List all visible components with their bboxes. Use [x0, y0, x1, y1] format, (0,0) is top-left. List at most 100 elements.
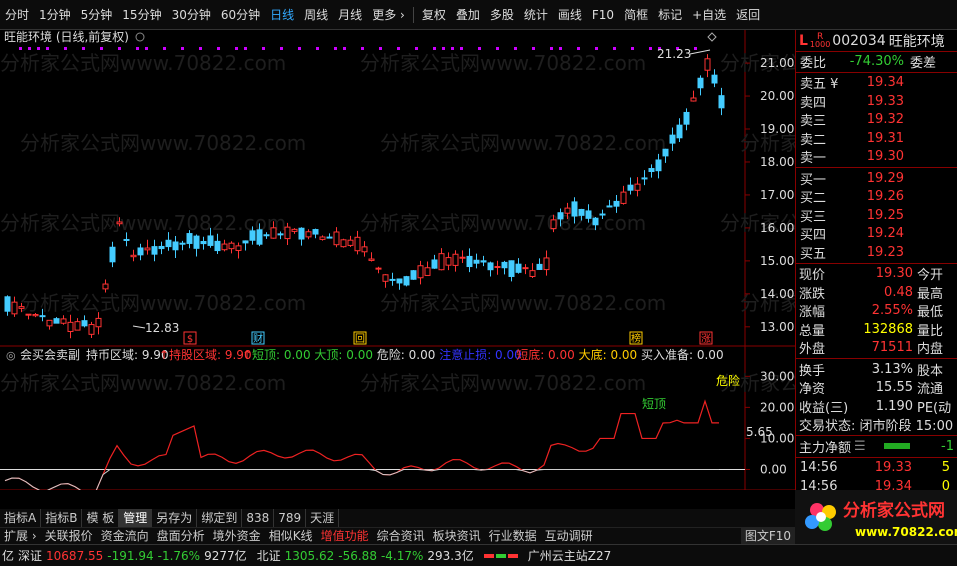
- price-tick-label: 17.00: [760, 188, 794, 202]
- toolbar-right-btn-1[interactable]: 叠加: [451, 0, 485, 30]
- sell-level-4[interactable]: 卖一 19.30: [796, 148, 957, 166]
- candle-body: [102, 283, 109, 290]
- toolbar-btn-7[interactable]: 周线: [299, 0, 333, 30]
- candle-body: [60, 318, 67, 324]
- candle-body: [494, 266, 501, 269]
- kline-chart[interactable]: 分析家公式网www.70822.com 分析家公式网www.70822.com 分析…: [0, 30, 795, 490]
- candle-body: [277, 233, 284, 236]
- indicator-tab-0[interactable]: 指标A: [0, 509, 42, 527]
- candle-body: [151, 246, 158, 255]
- toolbar-right-btn-8[interactable]: +自选: [687, 0, 731, 30]
- buy-level-0[interactable]: 买一 19.29: [796, 169, 957, 188]
- signal-dot: [559, 47, 562, 50]
- toolbar-btn-9[interactable]: 更多 ›: [367, 0, 410, 30]
- buy-level-4[interactable]: 买五 19.23: [796, 243, 957, 262]
- func-btn-7[interactable]: 综合资讯: [373, 528, 429, 545]
- func-btn-1[interactable]: 关联报价: [41, 528, 97, 545]
- candle-body: [459, 256, 466, 259]
- candle-body: [550, 219, 557, 230]
- func-btn-8[interactable]: 板块资讯: [429, 528, 485, 545]
- func-btn-3[interactable]: 盘面分析: [153, 528, 209, 545]
- toolbar-btn-2[interactable]: 5分钟: [76, 0, 118, 30]
- watermark-text: 分析家公式网www.70822.com: [380, 131, 666, 155]
- toolbar-right-btn-9[interactable]: 返回: [731, 0, 765, 30]
- toolbar-right-btn-0[interactable]: 复权: [417, 0, 451, 30]
- quote-row-3: 总量 132868 量比: [796, 320, 957, 339]
- candle-body: [655, 159, 662, 172]
- signal-dot: [136, 47, 139, 50]
- weibi-row: 委比 -74.30% 委差: [800, 53, 937, 71]
- stock-name: 旺能环境: [888, 33, 945, 50]
- signal-dot: [577, 47, 580, 50]
- signal-dot: [145, 47, 148, 50]
- func-btn-4[interactable]: 境外资金: [209, 528, 265, 545]
- indicator-tab-1[interactable]: 指标B: [41, 509, 83, 527]
- level-r-sub: 1000: [809, 39, 831, 49]
- diamond-icon[interactable]: [707, 32, 717, 42]
- buy-level-3[interactable]: 买四 19.24: [796, 225, 957, 243]
- event-marker: 财: [253, 332, 263, 345]
- toolbar-right-btn-7[interactable]: 标记: [653, 0, 687, 30]
- buy-level-1[interactable]: 买二 19.26: [796, 188, 957, 206]
- signal-dot: [316, 47, 319, 50]
- sell-level-0[interactable]: 卖五 ¥ 19.34: [796, 74, 957, 92]
- toolbar-btn-5[interactable]: 60分钟: [216, 0, 265, 30]
- indicator-tab-7[interactable]: 789: [274, 509, 307, 527]
- indicator-tab-2[interactable]: 模 板: [82, 509, 120, 527]
- level-l-mark: L: [799, 32, 808, 49]
- toolbar-right-btn-5[interactable]: F10: [587, 0, 619, 30]
- func-btn-9[interactable]: 行业数据: [485, 528, 541, 545]
- toolbar-right-btn-4[interactable]: 画线: [553, 0, 587, 30]
- watermark-text: 分析家公式网www.70822.com: [360, 51, 646, 75]
- candle-body: [690, 97, 697, 102]
- signal-dot: [37, 47, 40, 50]
- candle-body: [123, 238, 130, 241]
- quote-value: 132868: [863, 321, 913, 337]
- signal-dot: [442, 47, 445, 50]
- sell-level-1[interactable]: 卖四 19.33: [796, 92, 957, 111]
- toolbar-btn-8[interactable]: 月线: [333, 0, 367, 30]
- toolbar-btn-6[interactable]: 日线: [265, 0, 299, 30]
- toolbar-right-btn-2[interactable]: 多股: [485, 0, 519, 30]
- indicator-tab-6[interactable]: 838: [242, 509, 275, 527]
- func-btn-2[interactable]: 资金流向: [97, 528, 153, 545]
- signal-dot: [433, 47, 436, 50]
- quote-key2: 最高: [917, 286, 944, 302]
- signal-dot: [100, 47, 103, 50]
- toolbar-right-btn-3[interactable]: 统计: [519, 0, 553, 30]
- quote-row-4: 外盘 71511 内盘: [796, 339, 957, 357]
- sell-level-2[interactable]: 卖三 19.32: [796, 111, 957, 129]
- signal-dot: [595, 47, 598, 50]
- candle-body: [305, 231, 312, 238]
- server-status[interactable]: 广州云主站Z27: [526, 547, 614, 564]
- toolbar-right-btn-6[interactable]: 简框: [619, 0, 653, 30]
- candle-body: [312, 229, 319, 235]
- toolbar-btn-3[interactable]: 15分钟: [117, 0, 166, 30]
- main-flow-row[interactable]: 主力净额 ☰ -1: [796, 437, 957, 456]
- indicator-tab-3[interactable]: 管理: [119, 509, 153, 527]
- buy-level-2[interactable]: 买三 19.25: [796, 206, 957, 225]
- signal-dot: [496, 47, 499, 50]
- signal-dot: [460, 47, 463, 50]
- func-btn-0[interactable]: 扩展 ›: [0, 528, 41, 545]
- func-btn-5[interactable]: 相似K线: [265, 528, 317, 545]
- sell-price: 19.31: [866, 130, 904, 146]
- signal-dot: [163, 47, 166, 50]
- indicator-tab-5[interactable]: 绑定到: [197, 509, 243, 527]
- sell-level-3[interactable]: 卖二 19.31: [796, 129, 957, 148]
- candle-body: [389, 278, 396, 281]
- func-btn-11[interactable]: 图文F10: [740, 527, 795, 545]
- candle-body: [165, 239, 172, 248]
- price-tick-label: 14.00: [760, 287, 794, 301]
- toolbar-btn-0[interactable]: 分时: [0, 0, 34, 30]
- signal-dot: [451, 47, 454, 50]
- candle-body: [445, 257, 452, 266]
- func-btn-10[interactable]: 互动调研: [541, 528, 597, 545]
- indicator-tab-4[interactable]: 另存为: [152, 509, 198, 527]
- toolbar-btn-1[interactable]: 1分钟: [34, 0, 76, 30]
- func-btn-6[interactable]: 增值功能: [317, 528, 373, 545]
- indicator-tab-8[interactable]: 天涯: [306, 509, 340, 527]
- toolbar-btn-4[interactable]: 30分钟: [167, 0, 216, 30]
- function-bar: 扩展 › 关联报价 资金流向 盘面分析 境外资金 相似K线 增值功能 综合资讯 板块资讯 行业数据…: [0, 527, 795, 545]
- settings-icon[interactable]: [135, 32, 145, 42]
